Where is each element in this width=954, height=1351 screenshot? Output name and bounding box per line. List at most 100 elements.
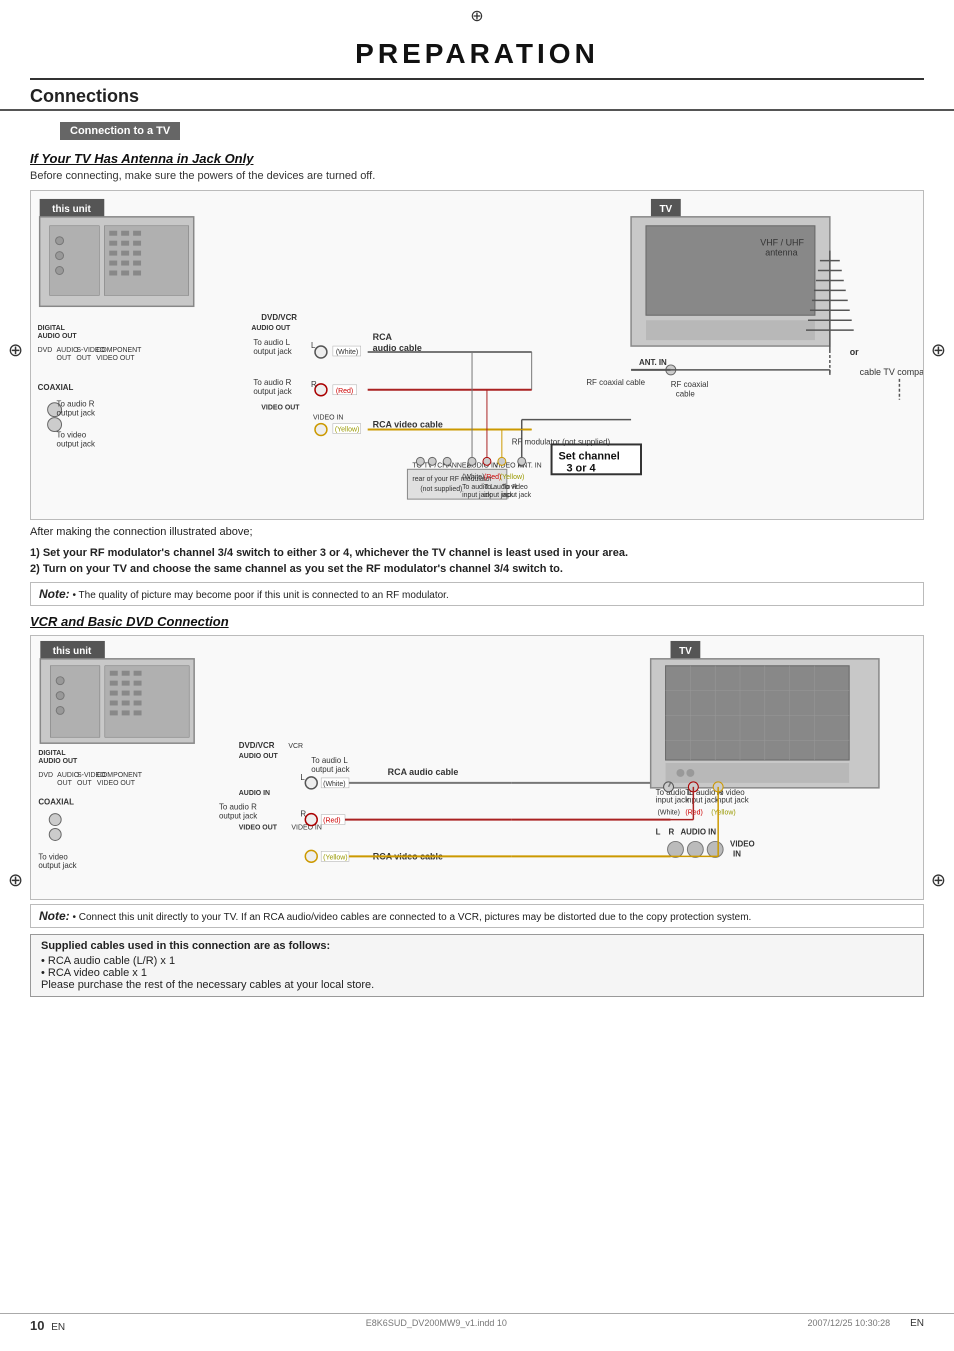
note2-box: Note: • Connect this unit directly to yo… — [30, 904, 924, 928]
svg-text:COAXIAL: COAXIAL — [38, 383, 74, 392]
supplied-item-1: • RCA audio cable (L/R) x 1 — [41, 955, 913, 967]
svg-text:output jack: output jack — [253, 347, 291, 356]
svg-text:RCA audio cable: RCA audio cable — [388, 766, 459, 776]
footer-file: E8K6SUD_DV200MW9_v1.indd 10 — [366, 1318, 507, 1333]
svg-text:DVD: DVD — [38, 771, 53, 778]
svg-text:output jack: output jack — [38, 861, 76, 870]
svg-text:(Yellow): (Yellow) — [323, 854, 347, 861]
svg-text:IN: IN — [733, 849, 741, 858]
svg-text:AUDIO OUT: AUDIO OUT — [239, 753, 279, 760]
antenna-section-heading: If Your TV Has Antenna in Jack Only — [0, 147, 954, 168]
footer-en2: EN — [910, 1318, 924, 1333]
svg-text:(Red): (Red) — [323, 817, 340, 824]
svg-text:L: L — [300, 772, 305, 781]
svg-text:VIDEO IN: VIDEO IN — [313, 415, 343, 422]
reg-mark-right: ⊕ — [931, 340, 946, 361]
svg-text:antenna: antenna — [765, 248, 797, 258]
svg-text:OUT: OUT — [57, 779, 72, 786]
svg-text:output jack: output jack — [219, 811, 257, 820]
page-title-section: PREPARATION — [30, 28, 924, 80]
svg-text:R: R — [669, 827, 675, 836]
vcr-diagram-svg: this unit DIGITAL AUDIO O — [31, 636, 923, 899]
supplied-cables-box: Supplied cables used in this connection … — [30, 934, 924, 997]
svg-text:VIDEO OUT: VIDEO OUT — [96, 355, 135, 362]
svg-text:this unit: this unit — [52, 204, 91, 215]
svg-text:input jack: input jack — [685, 795, 719, 804]
svg-text:output jack: output jack — [311, 764, 349, 773]
svg-text:VIDEO OUT: VIDEO OUT — [239, 824, 278, 831]
svg-text:OUT: OUT — [77, 779, 92, 786]
footer-page-num: 10 EN — [30, 1318, 65, 1333]
svg-text:COMPONENT: COMPONENT — [97, 771, 143, 778]
svg-text:DIGITAL: DIGITAL — [38, 750, 66, 757]
svg-text:3 or 4: 3 or 4 — [566, 462, 596, 474]
svg-text:To audio R: To audio R — [219, 802, 257, 811]
footer-en1: EN — [51, 1322, 65, 1333]
svg-text:or: or — [850, 347, 859, 357]
antenna-diagram-svg: this unit DIGITAL — [31, 191, 923, 519]
svg-text:RF coaxial: RF coaxial — [671, 380, 709, 389]
reg-mark-top: ⊕ — [0, 0, 954, 28]
antenna-diagram: this unit DIGITAL — [30, 190, 924, 520]
note2-label: Note: — [39, 909, 70, 923]
svg-text:(White): (White) — [462, 474, 484, 481]
svg-text:DVD/VCR: DVD/VCR — [261, 313, 297, 322]
svg-text:TV: TV — [679, 645, 692, 656]
after-connection-text: After making the connection illustrated … — [30, 524, 924, 578]
svg-text:OUT: OUT — [76, 355, 91, 362]
svg-text:L: L — [311, 341, 316, 350]
supplied-item-3: Please purchase the rest of the necessar… — [41, 979, 913, 991]
svg-text:(White): (White) — [323, 780, 345, 787]
note1-box: Note: • The quality of picture may becom… — [30, 582, 924, 606]
svg-text:To video: To video — [57, 430, 87, 439]
svg-text:ANT. IN: ANT. IN — [639, 358, 667, 367]
reg-mark-left2: ⊕ — [8, 870, 23, 891]
svg-text:To audio R: To audio R — [253, 378, 291, 387]
svg-text:(Yellow): (Yellow) — [500, 474, 524, 481]
vcr-diagram: this unit DIGITAL AUDIO O — [30, 635, 924, 900]
svg-text:R: R — [311, 380, 317, 389]
svg-text:this unit: this unit — [53, 645, 92, 656]
page-footer: 10 EN E8K6SUD_DV200MW9_v1.indd 10 2007/1… — [0, 1313, 954, 1333]
svg-text:Set channel: Set channel — [559, 450, 620, 462]
svg-text:AUDIO OUT: AUDIO OUT — [38, 758, 78, 765]
svg-text:R: R — [300, 809, 306, 818]
svg-text:To video: To video — [38, 852, 68, 861]
svg-text:output jack: output jack — [253, 387, 291, 396]
note1-text: • The quality of picture may become poor… — [72, 590, 448, 601]
svg-text:cable: cable — [676, 390, 696, 399]
note2-text: • Connect this unit directly to your TV.… — [72, 912, 751, 923]
svg-text:cable TV company: cable TV company — [860, 367, 923, 377]
svg-text:input jack: input jack — [715, 795, 749, 804]
vcr-section-heading: VCR and Basic DVD Connection — [0, 610, 954, 631]
subtitle-text: Before connecting, make sure the powers … — [0, 168, 954, 186]
svg-text:To video: To video — [502, 484, 528, 491]
svg-text:DVD/VCR: DVD/VCR — [239, 741, 275, 750]
svg-text:(not supplied): (not supplied) — [420, 486, 462, 493]
svg-text:output jack: output jack — [57, 409, 95, 418]
step2-text: 2) Turn on your TV and choose the same c… — [30, 561, 924, 578]
svg-text:(Yellow): (Yellow) — [335, 427, 359, 434]
svg-text:VHF / UHF: VHF / UHF — [760, 238, 804, 248]
svg-text:OUT: OUT — [57, 355, 72, 362]
svg-text:(White): (White) — [336, 349, 358, 356]
svg-text:VIDEO IN: VIDEO IN — [291, 824, 321, 831]
svg-text:input jack: input jack — [656, 795, 690, 804]
svg-text:VCR: VCR — [288, 743, 303, 750]
svg-text:TV: TV — [660, 204, 673, 215]
svg-text:To audio L: To audio L — [253, 338, 290, 347]
svg-text:(Yellow): (Yellow) — [711, 809, 735, 816]
page-title: PREPARATION — [30, 38, 924, 70]
reg-mark-right2: ⊕ — [931, 870, 946, 891]
supplied-title: Supplied cables used in this connection … — [41, 940, 913, 952]
svg-text:(Red): (Red) — [336, 388, 353, 395]
supplied-item-2: • RCA video cable x 1 — [41, 967, 913, 979]
svg-text:To audio R: To audio R — [57, 400, 95, 409]
svg-text:VIDEO OUT: VIDEO OUT — [97, 779, 136, 786]
svg-text:input jack: input jack — [502, 492, 532, 499]
step1-text: 1) Set your RF modulator's channel 3/4 s… — [30, 545, 924, 562]
note1-label: Note: — [39, 587, 70, 601]
reg-mark-left: ⊕ — [8, 340, 23, 361]
connections-heading: Connections — [0, 80, 954, 111]
svg-text:VIDEO: VIDEO — [730, 839, 755, 848]
